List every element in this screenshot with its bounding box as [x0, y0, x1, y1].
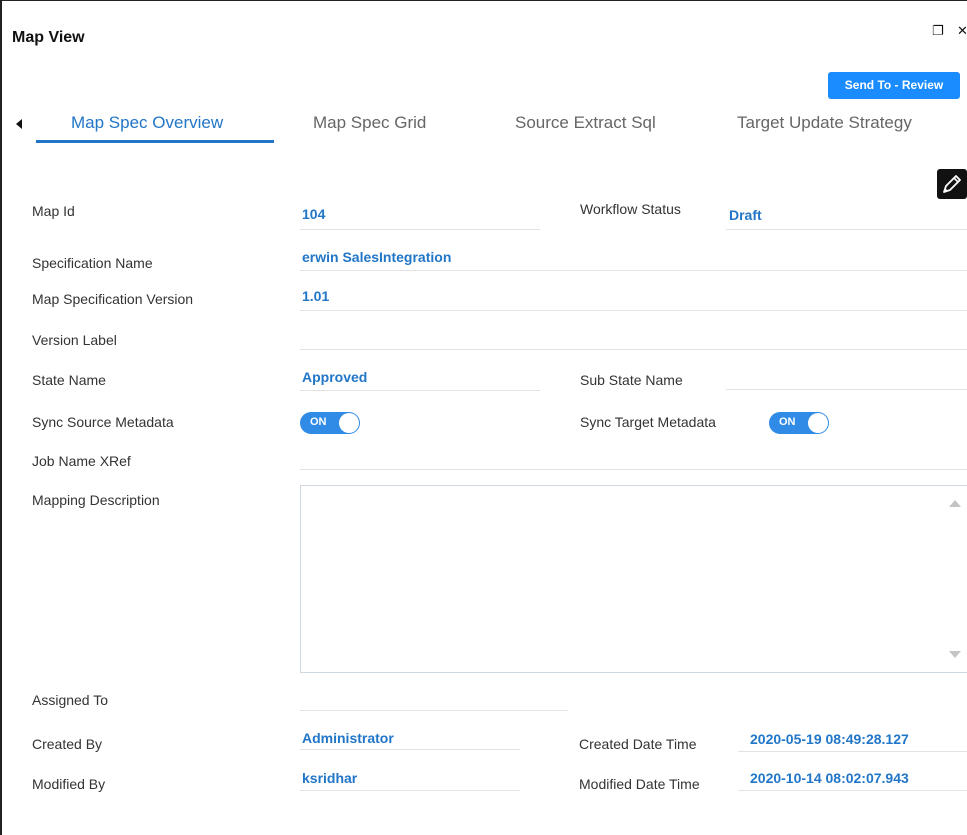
toggle-knob — [808, 413, 828, 433]
modified-date-time-value: 2020-10-14 08:02:07.943 — [750, 770, 909, 786]
tab-map-spec-grid[interactable]: Map Spec Grid — [313, 113, 426, 133]
send-to-review-button[interactable]: Send To - Review — [828, 72, 960, 99]
created-by-label: Created By — [32, 736, 103, 752]
created-date-time-label: Created Date Time — [579, 736, 697, 752]
scroll-down-icon[interactable] — [949, 651, 961, 658]
job-name-xref-underline — [300, 469, 967, 470]
modified-date-time-underline — [738, 790, 967, 791]
toggle-knob — [339, 413, 359, 433]
assigned-to-label: Assigned To — [32, 692, 109, 708]
assigned-to-underline — [300, 710, 568, 711]
map-id-underline — [300, 229, 540, 230]
workflow-status-underline — [726, 229, 967, 230]
close-icon[interactable]: ✕ — [957, 23, 967, 39]
state-name-underline — [300, 390, 540, 391]
scroll-up-icon[interactable] — [949, 500, 961, 507]
specification-name-underline — [300, 270, 967, 271]
created-by-underline — [300, 749, 520, 750]
sync-target-metadata-toggle[interactable]: ON — [769, 412, 829, 434]
sync-target-toggle-text: ON — [779, 416, 796, 428]
map-id-label: Map Id — [32, 203, 75, 219]
modified-date-time-label: Modified Date Time — [579, 776, 700, 792]
state-name-label: State Name — [32, 372, 106, 388]
created-date-time-underline — [738, 751, 967, 752]
sync-target-metadata-label: Sync Target Metadata — [580, 414, 716, 430]
state-name-value: Approved — [302, 369, 368, 385]
active-tab-indicator — [36, 140, 274, 143]
modified-by-value: ksridhar — [302, 770, 358, 786]
edit-pencil-icon[interactable] — [937, 169, 967, 199]
modified-by-underline — [300, 790, 520, 791]
sync-source-toggle-text: ON — [310, 416, 327, 428]
sync-source-metadata-toggle[interactable]: ON — [300, 412, 360, 434]
specification-name-label: Specification Name — [32, 255, 153, 271]
map-spec-version-underline — [300, 310, 967, 311]
map-spec-version-value: 1.01 — [302, 288, 330, 304]
mapping-description-textarea[interactable] — [300, 485, 967, 673]
tab-target-update-strategy[interactable]: Target Update Strategy — [737, 113, 912, 133]
created-by-value: Administrator — [302, 730, 394, 746]
sub-state-name-label: Sub State Name — [580, 372, 683, 388]
sync-source-metadata-label: Sync Source Metadata — [32, 414, 174, 430]
workflow-status-label: Workflow Status — [580, 201, 681, 217]
workflow-status-value: Draft — [729, 207, 762, 223]
sub-state-name-underline — [726, 389, 967, 390]
map-view-panel: Map View ❐ ✕ Send To - Review Map Spec O… — [0, 0, 967, 835]
mapping-description-label: Mapping Description — [32, 492, 160, 508]
map-spec-version-label: Map Specification Version — [32, 291, 194, 307]
version-label-underline — [300, 349, 967, 350]
created-date-time-value: 2020-05-19 08:49:28.127 — [750, 731, 909, 747]
panel-title: Map View — [12, 29, 85, 46]
tab-source-extract-sql[interactable]: Source Extract Sql — [515, 113, 656, 133]
job-name-xref-label: Job Name XRef — [32, 453, 131, 469]
modified-by-label: Modified By — [32, 776, 106, 792]
restore-icon[interactable]: ❐ — [932, 23, 944, 39]
map-id-value: 104 — [302, 206, 326, 222]
version-label-label: Version Label — [32, 332, 117, 348]
specification-name-value: erwin SalesIntegration — [302, 249, 452, 265]
tab-map-spec-overview[interactable]: Map Spec Overview — [71, 113, 223, 133]
tab-scroll-left-icon[interactable] — [16, 119, 22, 129]
